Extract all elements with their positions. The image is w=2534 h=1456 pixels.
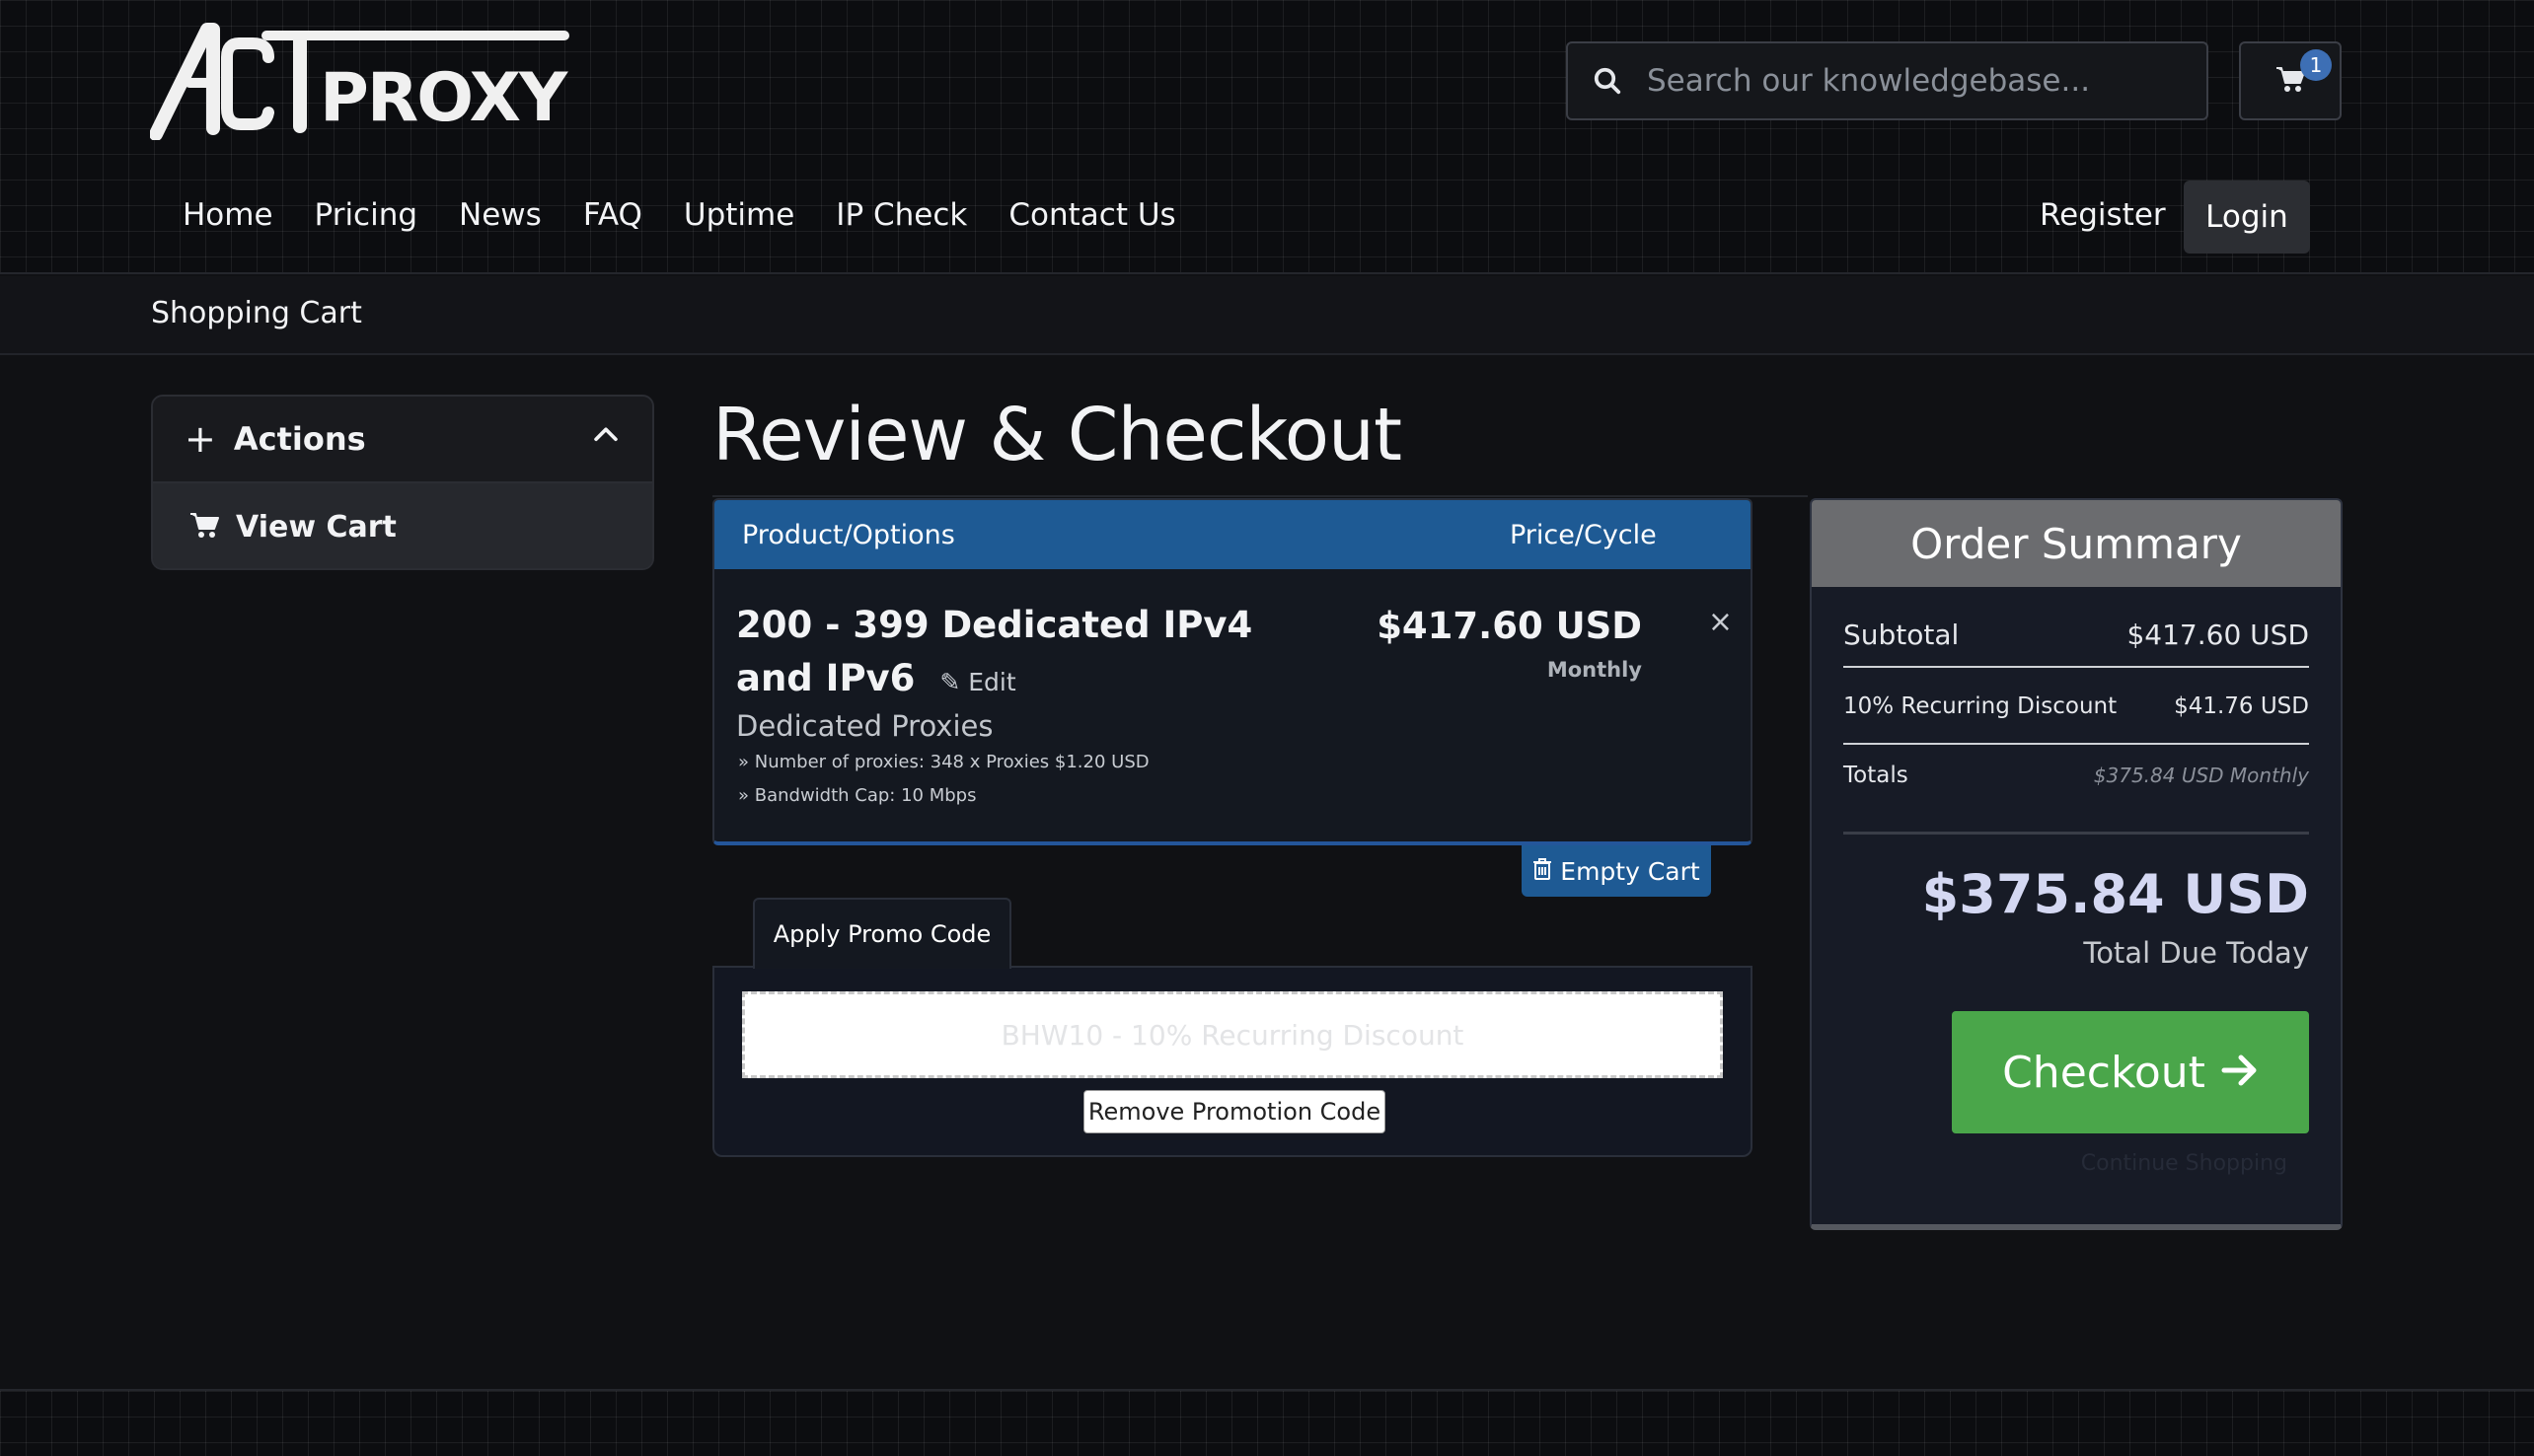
checkout-button[interactable]: Checkout <box>1952 1011 2309 1133</box>
actions-header[interactable]: + Actions <box>153 397 652 483</box>
applied-promo-code: BHW10 - 10% Recurring Discount <box>742 991 1723 1078</box>
footer-background <box>0 1389 2534 1456</box>
trash-icon <box>1532 857 1552 886</box>
login-button[interactable]: Login <box>2184 181 2310 254</box>
summary-divider <box>1843 832 2309 835</box>
title-divider <box>712 495 1808 497</box>
nav-ip-check[interactable]: IP Check <box>836 197 967 233</box>
order-summary: Order Summary Subtotal $417.60 USD 10% R… <box>1810 498 2343 1230</box>
product-option: » Bandwidth Cap: 10 Mbps <box>738 785 977 806</box>
discount-label: 10% Recurring Discount <box>1843 693 2118 719</box>
totals-value: $375.84 USD Monthly <box>2093 764 2309 787</box>
nav-home[interactable]: Home <box>183 197 273 233</box>
totals-row: Totals $375.84 USD Monthly <box>1843 763 2309 788</box>
nav-uptime[interactable]: Uptime <box>684 197 794 233</box>
nav-contact-us[interactable]: Contact Us <box>1008 197 1175 233</box>
product-option: » Number of proxies: 348 x Proxies $1.20… <box>738 752 1150 772</box>
breadcrumb-bar <box>0 276 2534 355</box>
breadcrumb: Shopping Cart <box>151 296 362 330</box>
product-price: $417.60 USD <box>1377 605 1642 647</box>
order-summary-title: Order Summary <box>1812 500 2341 587</box>
nav-news[interactable]: News <box>459 197 542 233</box>
empty-cart-button[interactable]: Empty Cart <box>1522 845 1711 897</box>
edit-label: Edit <box>968 668 1016 696</box>
cart-table: Product/Options Price/Cycle 200 - 399 De… <box>712 498 1752 845</box>
actions-sidebar: + Actions View Cart <box>151 395 654 570</box>
sidebar-item-view-cart[interactable]: View Cart <box>153 483 652 568</box>
svg-text:PROXY: PROXY <box>320 59 568 137</box>
subtotal-row: Subtotal $417.60 USD <box>1843 619 2309 651</box>
knowledgebase-search[interactable] <box>1566 41 2208 120</box>
remove-promotion-button[interactable]: Remove Promotion Code <box>1083 1090 1385 1133</box>
edit-product-link[interactable]: ✎ Edit <box>939 668 1015 696</box>
plus-icon: + <box>185 417 216 461</box>
chevron-up-icon[interactable] <box>589 418 623 456</box>
pencil-icon: ✎ <box>939 668 961 696</box>
continue-shopping-link[interactable]: Continue Shopping <box>2081 1151 2287 1176</box>
actproxy-logo[interactable]: PROXY <box>150 22 569 140</box>
subtotal-value: $417.60 USD <box>2126 619 2309 651</box>
main-nav: Home Pricing News FAQ Uptime IP Check Co… <box>183 197 1218 233</box>
cart-table-header: Product/Options Price/Cycle <box>714 500 1751 569</box>
tab-apply-promo-code[interactable]: Apply Promo Code <box>753 898 1011 969</box>
empty-cart-label: Empty Cart <box>1560 856 1700 886</box>
discount-value: $41.76 USD <box>2174 693 2309 719</box>
product-group: Dedicated Proxies <box>736 709 994 743</box>
nav-pricing[interactable]: Pricing <box>315 197 418 233</box>
sidebar-item-label: View Cart <box>236 509 397 545</box>
remove-item-icon[interactable]: × <box>1708 605 1733 639</box>
billing-cycle: Monthly <box>1546 658 1642 682</box>
promo-panel: BHW10 - 10% Recurring Discount Remove Pr… <box>712 966 1752 1157</box>
arrow-right-icon <box>2221 1048 2259 1098</box>
summary-divider <box>1843 666 2309 668</box>
register-link[interactable]: Register <box>2040 197 2166 233</box>
page-title: Review & Checkout <box>712 393 1402 477</box>
column-product-options: Product/Options <box>742 519 955 550</box>
nav-faq[interactable]: FAQ <box>583 197 642 233</box>
discount-row: 10% Recurring Discount $41.76 USD <box>1843 693 2309 719</box>
summary-divider <box>1843 743 2309 745</box>
search-icon <box>1568 66 1647 96</box>
total-due-label: Total Due Today <box>2083 936 2309 970</box>
product-name-block: 200 - 399 Dedicated IPv4 and IPv6 ✎ Edit <box>736 599 1328 709</box>
totals-label: Totals <box>1843 763 1908 788</box>
checkout-label: Checkout <box>2002 1047 2205 1098</box>
cart-button[interactable]: 1 <box>2239 41 2342 120</box>
subtotal-label: Subtotal <box>1843 619 1960 651</box>
actions-title: Actions <box>233 420 366 458</box>
shopping-cart-icon <box>188 511 220 543</box>
search-input[interactable] <box>1647 63 2180 99</box>
cart-count-badge: 1 <box>2300 49 2332 81</box>
total-due-amount: $375.84 USD <box>1921 863 2309 925</box>
column-price-cycle: Price/Cycle <box>1510 519 1657 550</box>
